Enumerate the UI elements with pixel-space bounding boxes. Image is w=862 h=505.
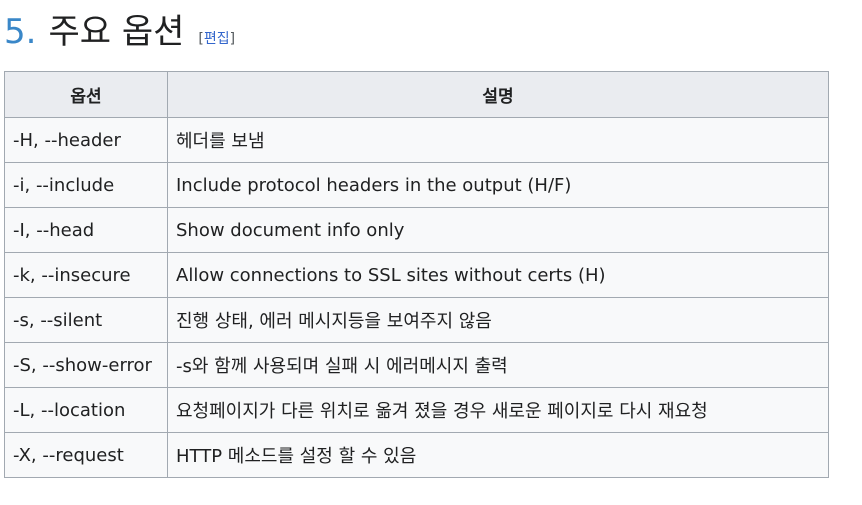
edit-link[interactable]: 편집 [204, 31, 230, 47]
table-row: -i, --include Include protocol headers i… [4, 162, 829, 208]
table-row: -H, --header 헤더를 보냄 [4, 117, 829, 163]
description-cell: HTTP 메소드를 설정 할 수 있음 [167, 432, 829, 478]
option-cell: -L, --location [4, 387, 168, 433]
table-row: -k, --insecure Allow connections to SSL … [4, 252, 829, 298]
description-cell: 요청페이지가 다른 위치로 옮겨 졌을 경우 새로운 페이지로 다시 재요청 [167, 387, 829, 433]
table-row: -S, --show-error -s와 함께 사용되며 실패 시 에러메시지 … [4, 342, 829, 388]
description-cell: Allow connections to SSL sites without c… [167, 252, 829, 298]
option-cell: -i, --include [4, 162, 168, 208]
option-cell: -H, --header [4, 117, 168, 163]
description-cell: -s와 함께 사용되며 실패 시 에러메시지 출력 [167, 342, 829, 388]
table-row: -I, --head Show document info only [4, 207, 829, 253]
option-cell: -X, --request [4, 432, 168, 478]
option-cell: -k, --insecure [4, 252, 168, 298]
table-row: -s, --silent 진행 상태, 에러 메시지등을 보여주지 않음 [4, 297, 829, 343]
option-cell: -S, --show-error [4, 342, 168, 388]
description-cell: Show document info only [167, 207, 829, 253]
column-header-option: 옵션 [4, 71, 168, 118]
section-title: 주요 옵션 [48, 12, 185, 52]
description-cell: Include protocol headers in the output (… [167, 162, 829, 208]
column-header-description: 설명 [167, 71, 829, 118]
edit-bracket-close: ] [229, 31, 236, 47]
table-row: -X, --request HTTP 메소드를 설정 할 수 있음 [4, 432, 829, 478]
table-row: -L, --location 요청페이지가 다른 위치로 옮겨 졌을 경우 새로… [4, 387, 829, 433]
options-table: 옵션 설명 -H, --header 헤더를 보냄 -i, --include … [4, 71, 829, 478]
description-cell: 진행 상태, 에러 메시지등을 보여주지 않음 [167, 297, 829, 343]
section-heading: 5. 주요 옵션 [편집] [4, 4, 235, 56]
option-cell: -I, --head [4, 207, 168, 253]
description-cell: 헤더를 보냄 [167, 117, 829, 163]
option-cell: -s, --silent [4, 297, 168, 343]
table-header-row: 옵션 설명 [4, 71, 829, 118]
edit-section: [편집] [198, 28, 235, 48]
section-number: 5. [4, 12, 37, 52]
